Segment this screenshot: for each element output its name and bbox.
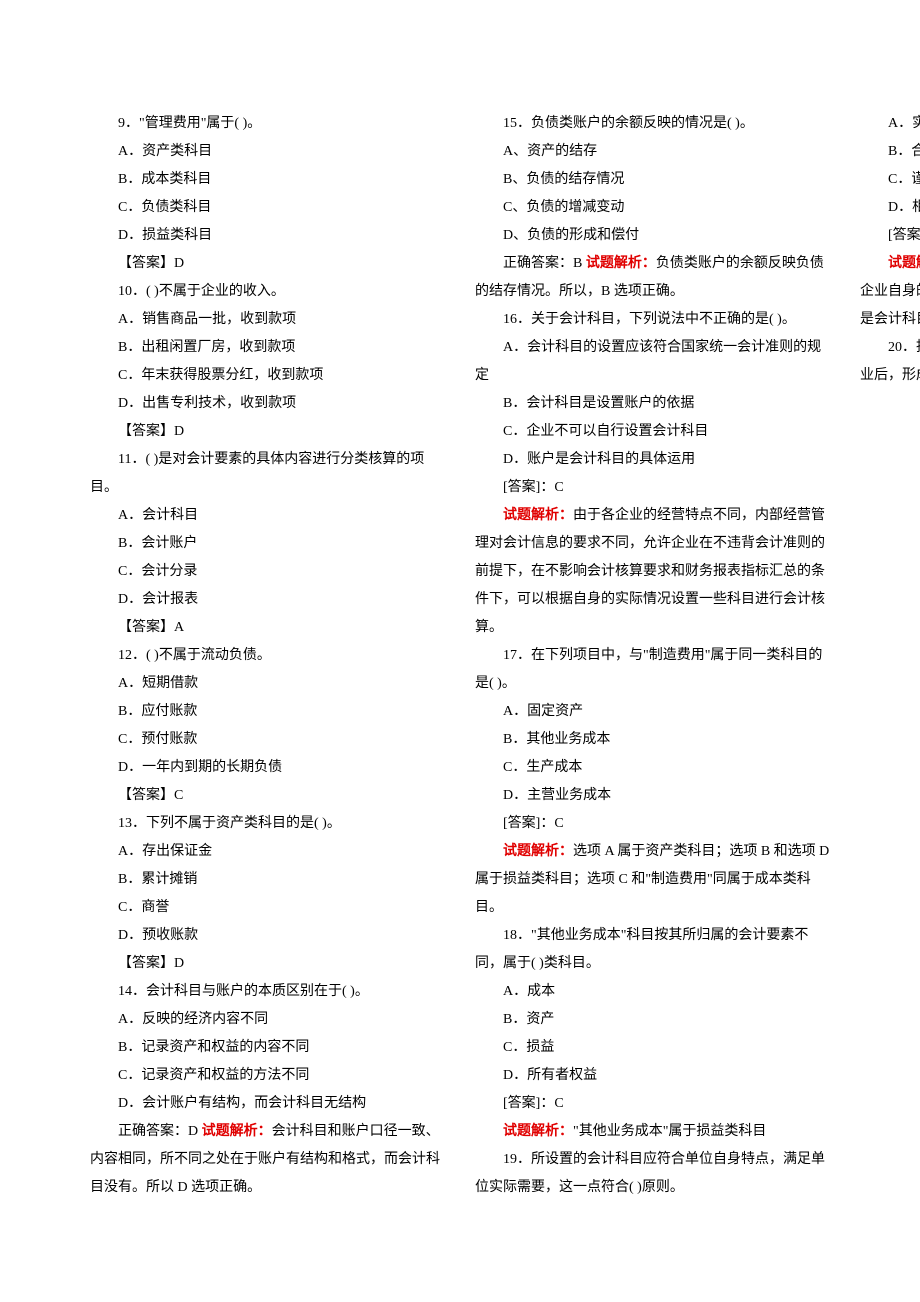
text-line: D．预收账款 xyxy=(90,922,445,950)
text-line: A．会计科目 xyxy=(90,502,445,530)
text-line: C．会计分录 xyxy=(90,558,445,586)
text-line: B．出租闲置厂房，收到款项 xyxy=(90,334,445,362)
text-line: A．成本 xyxy=(475,978,830,1006)
text-line: B．会计科目是设置账户的依据 xyxy=(475,390,830,418)
text-line: A．资产类科目 xyxy=(90,138,445,166)
text-line: A．会计科目的设置应该符合国家统一会计准则的规定 xyxy=(475,334,830,390)
text-line: 【答案】C xyxy=(90,782,445,810)
text-line: C．企业不可以自行设置会计科目 xyxy=(475,418,830,446)
text-line: A．短期借款 xyxy=(90,670,445,698)
text-line: B．成本类科目 xyxy=(90,166,445,194)
text-line: D．账户是会计科目的具体运用 xyxy=(475,446,830,474)
document-page: 9．"管理费用"属于( )。A．资产类科目B．成本类科目C．负债类科目D．损益类… xyxy=(0,0,920,1302)
text-line: B．记录资产和权益的内容不同 xyxy=(90,1034,445,1062)
text-line: [答案]：C xyxy=(475,1090,830,1118)
text-line: 【答案】D xyxy=(90,950,445,978)
text-line: B．其他业务成本 xyxy=(475,726,830,754)
text-line: A．存出保证金 xyxy=(90,838,445,866)
text-line: B．会计账户 xyxy=(90,530,445,558)
text-line: 14．会计科目与账户的本质区别在于( )。 xyxy=(90,978,445,1006)
text-line: D．所有者权益 xyxy=(475,1062,830,1090)
text-line: C．损益 xyxy=(475,1034,830,1062)
text-line: A、资产的结存 xyxy=(475,138,830,166)
text-line: B．累计摊销 xyxy=(90,866,445,894)
text-line: 11．( )是对会计要素的具体内容进行分类核算的项目。 xyxy=(90,446,445,502)
text-line: A．反映的经济内容不同 xyxy=(90,1006,445,1034)
text-line: D．相关性 xyxy=(860,194,920,222)
text-line: 【答案】D xyxy=(90,250,445,278)
text-line: D．会计报表 xyxy=(90,586,445,614)
text-line: D．损益类科目 xyxy=(90,222,445,250)
text-line: A．固定资产 xyxy=(475,698,830,726)
text-line: C．年末获得股票分红，收到款项 xyxy=(90,362,445,390)
text-line: B、负债的结存情况 xyxy=(475,166,830,194)
text-line: D．出售专利技术，收到款项 xyxy=(90,390,445,418)
text-line: C．商誉 xyxy=(90,894,445,922)
text-line: 12．( )不属于流动负债。 xyxy=(90,642,445,670)
text-line: [答案]：C xyxy=(475,474,830,502)
text-line: 试题解析：企业应该在合法性原则的基础上，应根据企业自身的特点，设置符合企业实际情… xyxy=(860,250,920,334)
text-line: 20．投资人投入的资金和债权人投入的资金，投入企业后，形成企业的( )。 xyxy=(860,334,920,390)
text-line: 试题解析：选项 A 属于资产类科目；选项 B 和选项 D 属于损益类科目；选项 … xyxy=(475,838,830,922)
text-line: A．实用性 xyxy=(860,110,920,138)
text-line: C．预付账款 xyxy=(90,726,445,754)
text-line: [答案]：A xyxy=(860,222,920,250)
text-line: D．一年内到期的长期负债 xyxy=(90,754,445,782)
text-line: B．资产 xyxy=(475,1006,830,1034)
text-line: D、负债的形成和偿付 xyxy=(475,222,830,250)
text-line: 13．下列不属于资产类科目的是( )。 xyxy=(90,810,445,838)
text-line: 16．关于会计科目，下列说法中不正确的是( )。 xyxy=(475,306,830,334)
text-line: D．主营业务成本 xyxy=(475,782,830,810)
text-line: 试题解析：由于各企业的经营特点不同，内部经营管理对会计信息的要求不同，允许企业在… xyxy=(475,502,830,642)
text-line: B．应付账款 xyxy=(90,698,445,726)
text-line: 【答案】A xyxy=(90,614,445,642)
text-line: C、负债的增减变动 xyxy=(475,194,830,222)
text-line: C．负债类科目 xyxy=(90,194,445,222)
text-line: C．记录资产和权益的方法不同 xyxy=(90,1062,445,1090)
text-line: 19．所设置的会计科目应符合单位自身特点，满足单位实际需要，这一点符合( )原则… xyxy=(475,1146,830,1202)
text-line: 15．负债类账户的余额反映的情况是( )。 xyxy=(475,110,830,138)
text-line: 【答案】D xyxy=(90,418,445,446)
text-line: 10．( )不属于企业的收入。 xyxy=(90,278,445,306)
text-line: 正确答案：D 试题解析：会计科目和账户口径一致、内容相同，所不同之处在于账户有结… xyxy=(90,1118,445,1202)
text-line: B．合法性 xyxy=(860,138,920,166)
text-line: 试题解析："其他业务成本"属于损益类科目 xyxy=(475,1118,830,1146)
text-line: C．生产成本 xyxy=(475,754,830,782)
text-line: 17．在下列项目中，与"制造费用"属于同一类科目的是( )。 xyxy=(475,642,830,698)
text-line: D．会计账户有结构，而会计科目无结构 xyxy=(90,1090,445,1118)
text-line: A．销售商品一批，收到款项 xyxy=(90,306,445,334)
text-line: 正确答案：B 试题解析：负债类账户的余额反映负债的结存情况。所以，B 选项正确。 xyxy=(475,250,830,306)
text-line: 18．"其他业务成本"科目按其所归属的会计要素不同，属于( )类科目。 xyxy=(475,922,830,978)
text-line: C．谨慎性 xyxy=(860,166,920,194)
text-line: 9．"管理费用"属于( )。 xyxy=(90,110,445,138)
text-line: [答案]：C xyxy=(475,810,830,838)
